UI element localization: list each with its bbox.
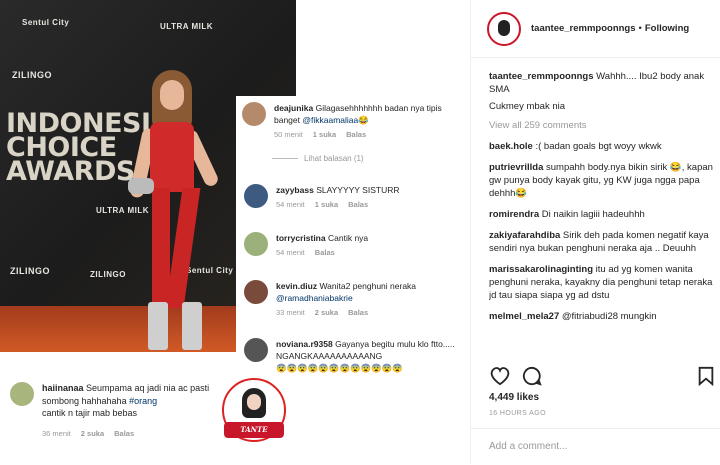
comment-item: putrievrillda sumpahh body.nya bikin sir…: [489, 162, 713, 199]
overlay-comment: torrycristina Cantik nya 54 menit Balas: [244, 232, 464, 259]
avatar[interactable]: [487, 11, 521, 46]
sponsor-logo: ZILINGO: [10, 266, 50, 276]
watermark-stamp: TANTE: [218, 372, 290, 456]
avatar: [244, 232, 268, 256]
sponsor-logo: ZILINGO: [12, 70, 52, 80]
post-timestamp: 16 HOURS AGO: [489, 410, 546, 417]
overlay-comment: haiinanaa Seumpama aq jadi nia ac pasti …: [10, 382, 216, 440]
sponsor-logo: ULTRA MILK: [160, 22, 213, 31]
comment-username[interactable]: putrievrillda: [489, 162, 543, 173]
overlay-comment: kevin.diuz Wanita2 penghuni neraka @rama…: [244, 280, 464, 319]
add-comment-input[interactable]: Add a comment...: [471, 428, 720, 464]
overlay-comment: zayybass SLAYYYYY SISTURR 54 menit 1 suka…: [244, 184, 464, 211]
sponsor-logo: ZILINGO: [90, 270, 126, 279]
heart-icon[interactable]: [489, 366, 511, 386]
post-side-panel: taantee_remmpoonngs • Following taantee_…: [470, 0, 720, 464]
bookmark-icon[interactable]: [697, 366, 715, 386]
avatar: [242, 102, 266, 126]
comments-list[interactable]: taantee_remmpoonngs Wahhh.... Ibu2 body …: [489, 70, 715, 356]
comment-username[interactable]: zakiyafarahdiba: [489, 230, 560, 241]
comment-icon[interactable]: [521, 366, 543, 386]
comment-username[interactable]: marissakarolinaginting: [489, 264, 593, 275]
avatar: [10, 382, 34, 406]
avatar: [244, 338, 268, 362]
post-caption: taantee_remmpoonngs Wahhh.... Ibu2 body …: [489, 71, 705, 112]
comment-username[interactable]: melmel_mela27: [489, 311, 559, 322]
caption-username[interactable]: taantee_remmpoonngs: [489, 71, 594, 82]
comment-item: baek.hole :( badan goals bgt woyy wkwk: [489, 141, 662, 152]
comment-item: zakiyafarahdiba Sirik deh pada komen neg…: [489, 230, 709, 254]
separator-dot: •: [638, 23, 642, 34]
comment-item: romirendra Di naikin lagiii hadeuhhh: [489, 209, 645, 220]
avatar: [244, 280, 268, 304]
see-replies-link[interactable]: Lihat balasan (1): [272, 154, 364, 163]
post-image[interactable]: Sentul City ULTRA MILK ZILINGO INDONESIA…: [0, 0, 470, 464]
action-bar: [489, 366, 715, 388]
woman-figure: [122, 70, 222, 350]
comment-item: marissakarolinaginting itu ad yg komen w…: [489, 264, 713, 301]
following-button[interactable]: Following: [645, 23, 689, 34]
post-header: taantee_remmpoonngs • Following: [471, 0, 720, 58]
sponsor-logo: Sentul City: [22, 18, 70, 27]
overlay-comment: noviana.r9358 Gayanya begitu mulu klo ft…: [244, 338, 466, 374]
comment-item: melmel_mela27 @fitriabudi28 mungkin: [489, 311, 657, 322]
avatar: [244, 184, 268, 208]
comment-username[interactable]: romirendra: [489, 209, 539, 220]
view-all-comments-link[interactable]: View all 259 comments: [489, 119, 715, 132]
username-link[interactable]: taantee_remmpoonngs: [531, 23, 636, 34]
comment-username[interactable]: baek.hole: [489, 141, 533, 152]
likes-count[interactable]: 4,449 likes: [489, 392, 539, 403]
overlay-comment: deajunika Gilagasehhhhhhh badan nya tipi…: [242, 102, 462, 141]
